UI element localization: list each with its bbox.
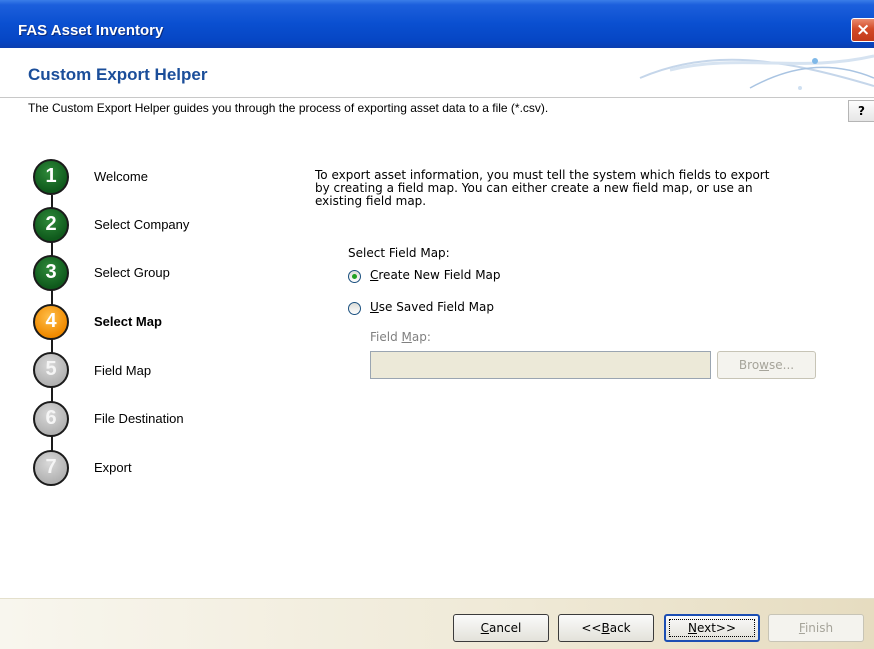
step-1-circle: 1 (33, 159, 69, 195)
create-new-label[interactable]: Create New Field Map (370, 268, 501, 282)
header-divider (0, 97, 874, 98)
step-label-export: Export (94, 460, 132, 475)
field-map-input[interactable] (370, 351, 711, 379)
next-button[interactable]: Next>> (664, 614, 760, 642)
wizard-title: Custom Export Helper (28, 65, 208, 84)
intro-line: existing field map. (315, 194, 427, 208)
step-3-circle: 3 (33, 255, 69, 291)
browse-button[interactable]: Browse... (717, 351, 816, 379)
step-7-circle: 7 (33, 450, 69, 486)
close-icon: × (856, 20, 871, 40)
select-field-map-label: Select Field Map: (348, 246, 450, 260)
step-label-select-group: Select Group (94, 265, 170, 280)
close-button[interactable]: × (851, 18, 874, 42)
title-bar[interactable]: FAS Asset Inventory × (0, 0, 874, 48)
wizard-header: Custom Export Helper (0, 48, 874, 98)
step-6-circle: 6 (33, 401, 69, 437)
step-2-circle: 2 (33, 207, 69, 243)
use-saved-label[interactable]: Use Saved Field Map (370, 300, 494, 314)
step-4-circle: 4 (33, 304, 69, 340)
create-new-radio[interactable] (348, 270, 361, 283)
help-button[interactable]: ? (848, 100, 874, 122)
step-label-select-company: Select Company (94, 217, 190, 232)
wizard-description: The Custom Export Helper guides you thro… (28, 101, 549, 115)
radio-selected-dot (352, 274, 357, 279)
finish-button[interactable]: Finish (768, 614, 864, 642)
step-label-select-map: Select Map (94, 314, 162, 329)
step-label-file-destination: File Destination (94, 411, 184, 426)
use-saved-radio[interactable] (348, 302, 361, 315)
step-label-field-map: Field Map (94, 363, 152, 378)
intro-text: To export asset information, you must te… (315, 169, 815, 208)
step-5-circle: 5 (33, 352, 69, 388)
back-button[interactable]: <<Back (558, 614, 654, 642)
step-label-welcome: Welcome (94, 169, 148, 184)
window-title: FAS Asset Inventory (18, 22, 164, 39)
export-helper-window: FAS Asset Inventory × Custom Export Help… (0, 0, 874, 649)
header-swoosh-decoration (639, 54, 874, 90)
field-map-label: Field Map: (370, 330, 431, 344)
cancel-button[interactable]: Cancel (453, 614, 549, 642)
